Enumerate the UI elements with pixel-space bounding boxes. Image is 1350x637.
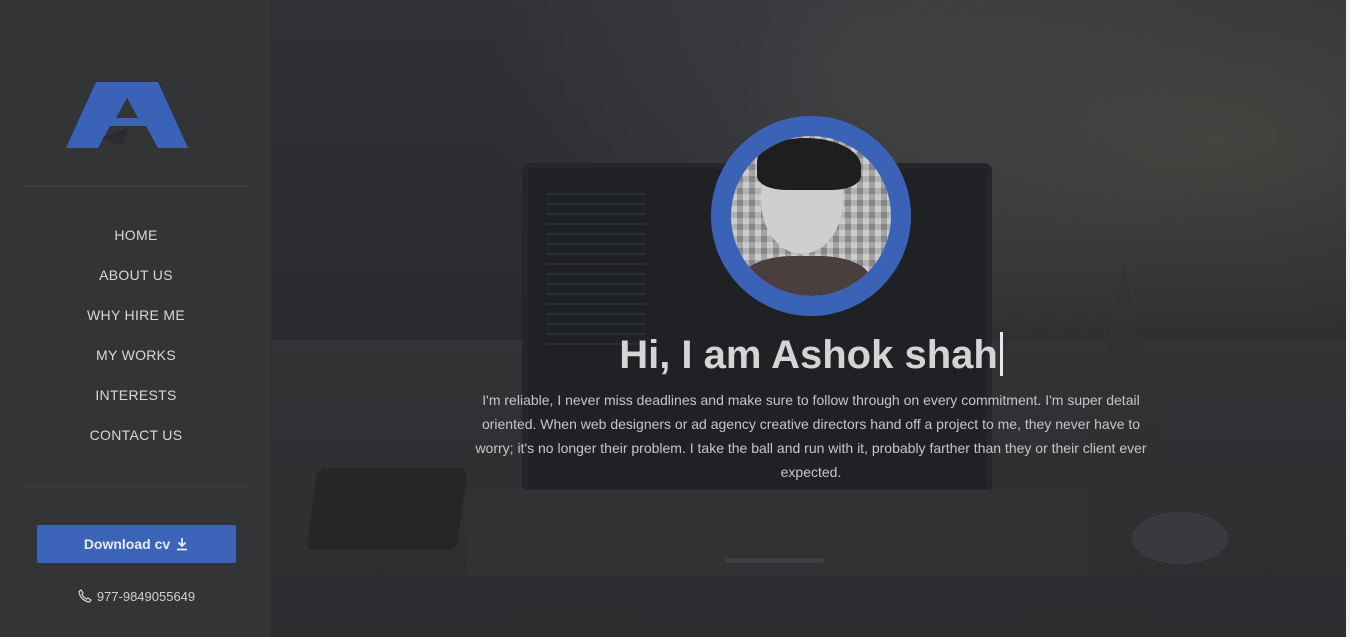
divider	[24, 186, 248, 187]
nav-item-why-hire-me[interactable]: WHY HIRE ME	[0, 302, 272, 342]
contact-phone: 977-9849055649	[0, 588, 272, 604]
brand-logo[interactable]	[66, 80, 188, 152]
nav-item-interests[interactable]: INTERESTS	[0, 382, 272, 422]
hero-headline-text: Hi, I am Ashok shah	[619, 333, 998, 377]
nav-item-my-works[interactable]: MY WORKS	[0, 342, 272, 382]
sidebar: HOME ABOUT US WHY HIRE ME MY WORKS INTER…	[0, 0, 272, 637]
nav-item-home[interactable]: HOME	[0, 222, 272, 262]
profile-photo	[731, 136, 891, 296]
nav-item-about-us[interactable]: ABOUT US	[0, 262, 272, 302]
download-cv-button[interactable]: Download cv	[37, 525, 236, 563]
hero-headline: Hi, I am Ashok shah	[272, 332, 1350, 378]
typing-caret	[999, 332, 1003, 376]
divider	[24, 486, 248, 487]
phone-icon	[78, 589, 92, 603]
download-icon	[177, 538, 188, 551]
download-cv-label: Download cv	[83, 536, 171, 552]
hero-bio: I'm reliable, I never miss deadlines and…	[475, 392, 1147, 480]
hero-overlay	[272, 0, 1350, 637]
main-nav: HOME ABOUT US WHY HIRE ME MY WORKS INTER…	[0, 222, 272, 462]
hero-section	[272, 0, 1350, 637]
scrollbar[interactable]	[1346, 0, 1350, 637]
phone-number: 977-9849055649	[96, 588, 196, 604]
profile-avatar	[711, 116, 911, 316]
nav-item-contact-us[interactable]: CONTACT US	[0, 422, 272, 462]
